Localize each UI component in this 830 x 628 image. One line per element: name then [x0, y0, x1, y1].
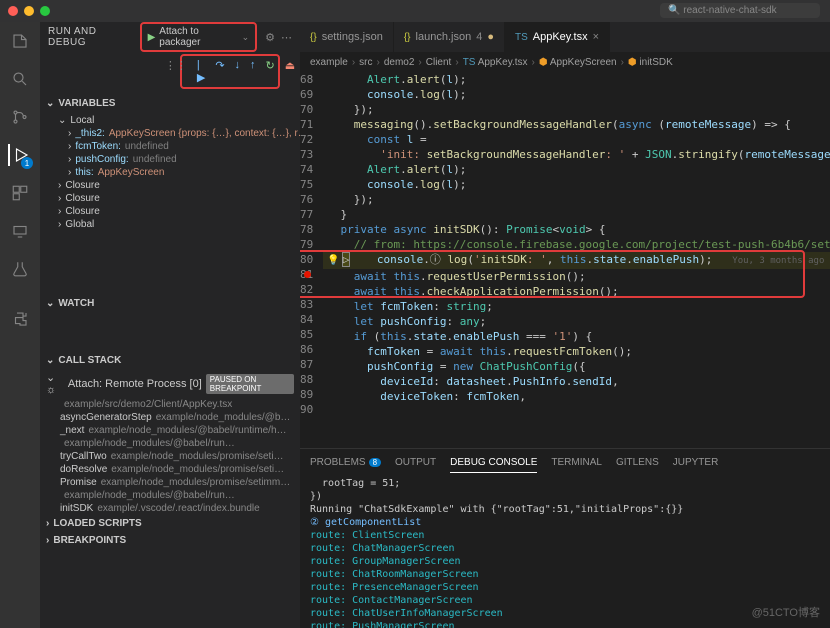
editor-tabs: {}settings.json{}launch.json 4●TSAppKey.…	[300, 22, 830, 52]
tab-output[interactable]: OUTPUT	[395, 453, 436, 473]
code-editor[interactable]: 6869707172737475767778798081828384858687…	[300, 72, 830, 448]
remote-icon[interactable]	[9, 220, 31, 242]
callstack-thread[interactable]: ⌄ ☼ Attach: Remote Process [0] PAUSED ON…	[40, 369, 300, 398]
stack-frame[interactable]: _nextexample/node_modules/@babel/runtime…	[40, 424, 300, 437]
bottom-panel: PROBLEMS8 OUTPUT DEBUG CONSOLE TERMINAL …	[300, 448, 830, 628]
scope-row[interactable]: ›Closure	[54, 205, 300, 218]
callstack-section[interactable]: ⌄CALL STACK	[40, 352, 300, 369]
stack-frame[interactable]: initSDKexample/.vscode/.react/index.bund…	[40, 502, 300, 515]
watch-section[interactable]: ⌄WATCH	[40, 295, 300, 312]
stack-frame[interactable]: doResolveexample/node_modules/promise/se…	[40, 463, 300, 476]
stack-frame[interactable]: example/node_modules/@babel/run…	[40, 437, 300, 450]
scope-row[interactable]: ›Global	[54, 218, 300, 231]
stack-frame[interactable]: Promiseexample/node_modules/promise/seti…	[40, 476, 300, 489]
gear-icon[interactable]: ⚙	[265, 31, 275, 44]
title-search[interactable]: 🔍 react-native-chat-sdk	[660, 3, 820, 18]
debug-console-output[interactable]: rootTag = 51;})Running "ChatSdkExample" …	[300, 473, 830, 628]
tab-terminal[interactable]: TERMINAL	[551, 453, 602, 473]
panel-tabs: PROBLEMS8 OUTPUT DEBUG CONSOLE TERMINAL …	[300, 449, 830, 473]
variable-row[interactable]: ›fcmToken: undefined	[54, 140, 300, 153]
variable-row[interactable]: ›_this2: AppKeyScreen {props: {…}, conte…	[54, 127, 300, 140]
debug-toolbar: ⋮⋮ |▶ ↷ ↓ ↑ ↻ ⏏	[180, 54, 280, 89]
maximize-window[interactable]	[40, 6, 50, 16]
close-window[interactable]	[8, 6, 18, 16]
breakpoints-section[interactable]: ›BREAKPOINTS	[40, 532, 300, 549]
tab-jupyter[interactable]: JUPYTER	[673, 453, 719, 473]
variables-section[interactable]: ⌄VARIABLES	[40, 95, 300, 112]
stack-frame[interactable]: asyncGeneratorStepexample/node_modules/@…	[40, 411, 300, 424]
launch-config-selector[interactable]: ▶ Attach to packager ⌄	[140, 22, 258, 52]
search-icon[interactable]	[9, 68, 31, 90]
activity-bar: 1	[0, 22, 40, 628]
tab-debug-console[interactable]: DEBUG CONSOLE	[450, 453, 537, 473]
test-icon[interactable]	[9, 258, 31, 280]
debug-badge: 1	[21, 157, 33, 169]
chevron-down-icon: ⌄	[242, 32, 250, 43]
tab-gitlens[interactable]: GITLENS	[616, 453, 659, 473]
editor-tab[interactable]: TSAppKey.tsx×	[505, 22, 610, 52]
scm-icon[interactable]	[9, 106, 31, 128]
python-icon[interactable]	[9, 308, 31, 330]
titlebar: 🔍 react-native-chat-sdk	[0, 0, 830, 22]
editor-tab[interactable]: {}settings.json	[300, 22, 394, 52]
restart-button[interactable]: ↻	[266, 59, 275, 84]
step-over-button[interactable]: ↷	[215, 59, 224, 84]
stack-frame[interactable]: example/src/demo2/Client/AppKey.tsx	[40, 398, 300, 411]
tab-problems[interactable]: PROBLEMS8	[310, 453, 381, 473]
editor-tab[interactable]: {}launch.json 4●	[394, 22, 505, 52]
explorer-icon[interactable]	[9, 30, 31, 52]
variable-row[interactable]: ›pushConfig: undefined	[54, 153, 300, 166]
debug-sidebar: RUN AND DEBUG ▶ Attach to packager ⌄ ⚙ ⋯…	[40, 22, 300, 628]
continue-button[interactable]: |▶	[197, 59, 205, 84]
sidebar-title: RUN AND DEBUG	[48, 26, 134, 48]
breadcrumb[interactable]: example›src›demo2›Client›TS AppKey.tsx›⬢…	[300, 52, 830, 72]
scope-row[interactable]: ›Closure	[54, 192, 300, 205]
drag-icon[interactable]: ⋮⋮	[165, 59, 187, 84]
variable-row[interactable]: ›this: AppKeyScreen	[54, 166, 300, 179]
minimize-window[interactable]	[24, 6, 34, 16]
play-icon: ▶	[148, 32, 156, 43]
stack-frame[interactable]: example/node_modules/@babel/run…	[40, 489, 300, 502]
stack-frame[interactable]: tryCallTwoexample/node_modules/promise/s…	[40, 450, 300, 463]
loaded-scripts-section[interactable]: ›LOADED SCRIPTS	[40, 515, 300, 532]
step-out-button[interactable]: ↑	[250, 59, 256, 84]
disconnect-button[interactable]: ⏏	[285, 59, 295, 84]
extensions-icon[interactable]	[9, 182, 31, 204]
step-into-button[interactable]: ↓	[235, 59, 241, 84]
scope-local[interactable]: ⌄Local	[54, 114, 300, 127]
debug-icon[interactable]: 1	[8, 144, 30, 166]
scope-row[interactable]: ›Closure	[54, 179, 300, 192]
watermark: @51CTO博客	[752, 604, 820, 620]
